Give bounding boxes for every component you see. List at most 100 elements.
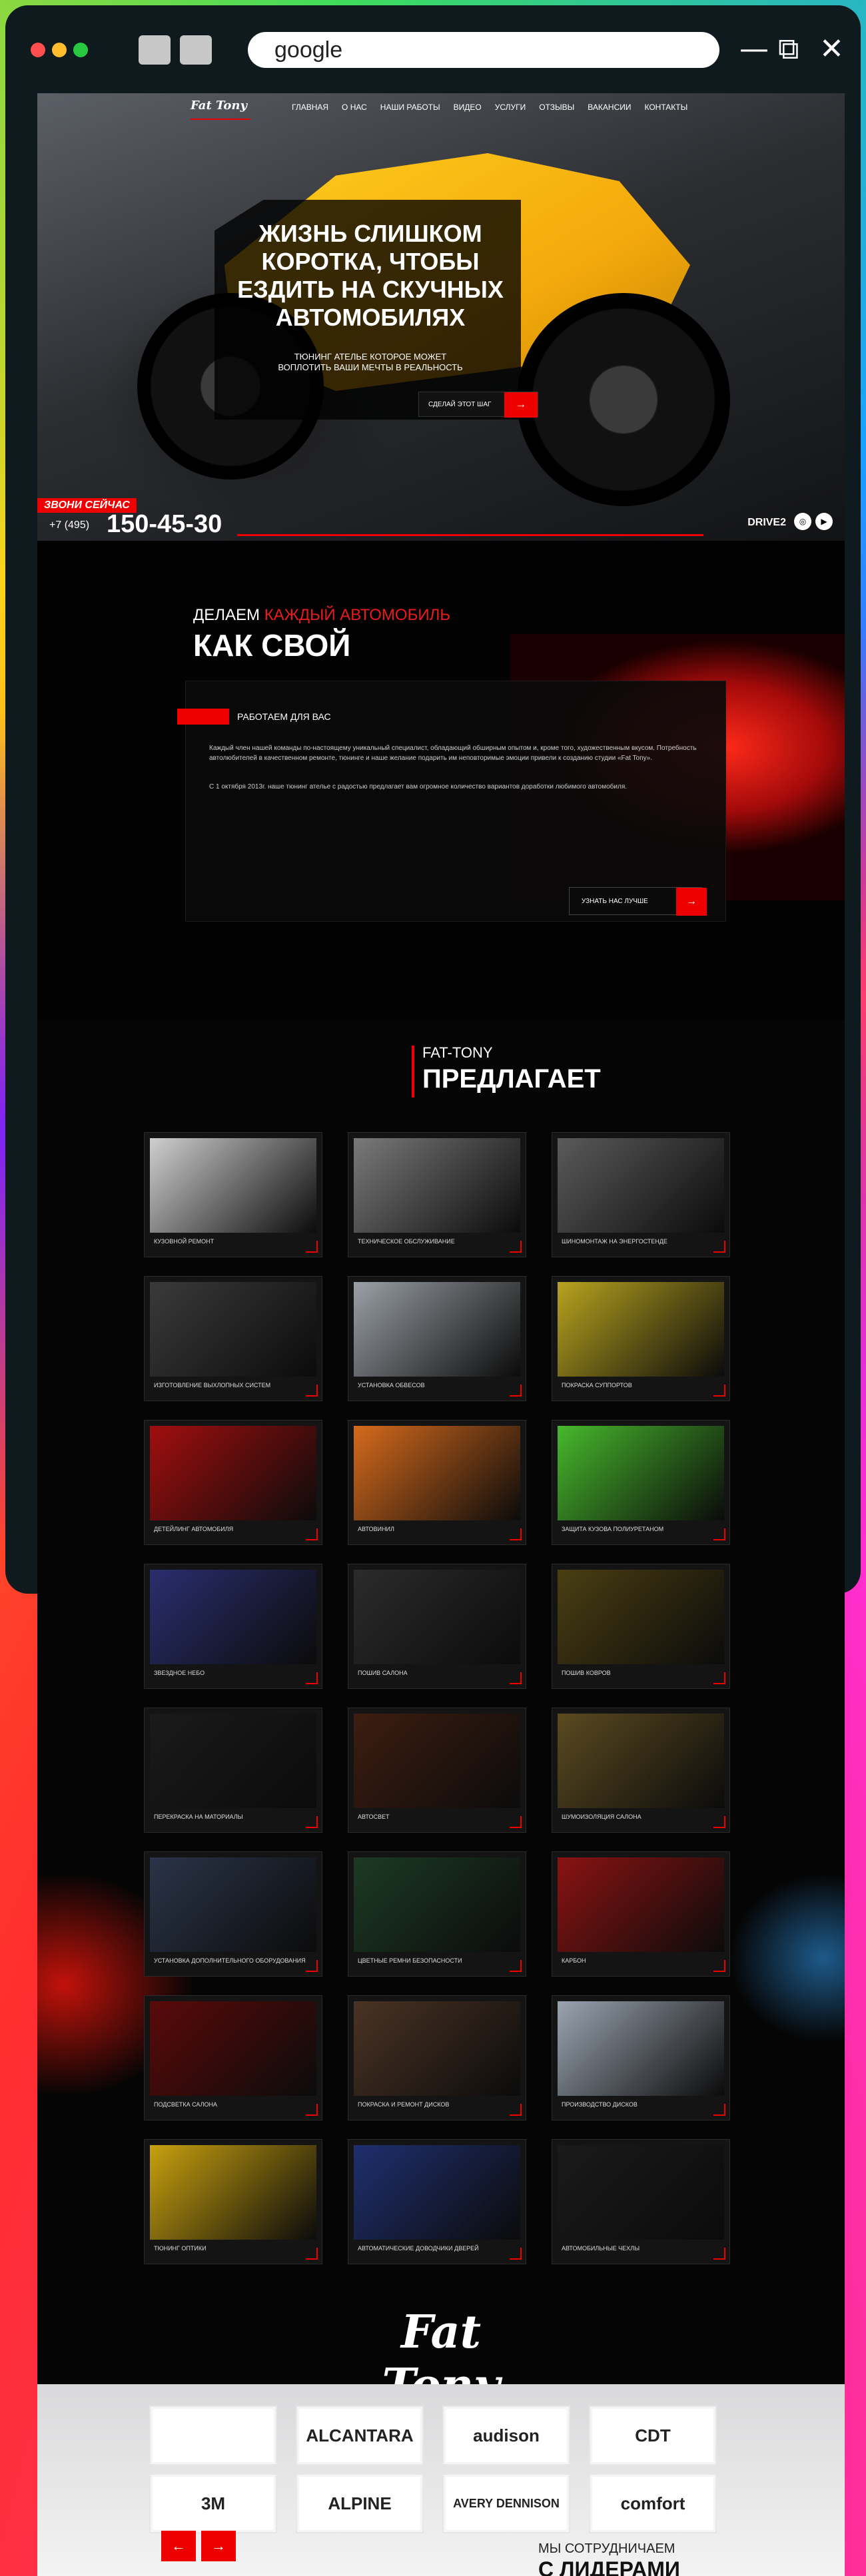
learn-more-label: УЗНАТЬ НАС ЛУЧШЕ bbox=[582, 898, 648, 905]
service-card[interactable]: ПОКРАСКА СУППОРТОВ bbox=[552, 1276, 730, 1401]
service-label: ПОШИВ КОВРОВ bbox=[562, 1670, 611, 1676]
nav-item[interactable]: ВАКАНСИИ bbox=[588, 103, 631, 112]
nav-item[interactable]: ГЛАВНАЯ bbox=[292, 103, 328, 112]
rear-wheel-image bbox=[517, 293, 730, 506]
corner-accent bbox=[306, 1816, 318, 1828]
top-nav: Fat Tony ГЛАВНАЯ О НАС НАШИ РАБОТЫ ВИДЕО УСЛ… bbox=[37, 93, 845, 124]
service-card[interactable]: АВТОСВЕТ bbox=[348, 1708, 526, 1833]
about-subheading: РАБОТАЕМ ДЛЯ ВАС bbox=[237, 711, 331, 722]
url-bar[interactable]: google bbox=[248, 32, 719, 68]
tab-placeholder[interactable] bbox=[139, 35, 171, 65]
maximize-dot-icon[interactable] bbox=[73, 43, 88, 57]
service-card[interactable]: ЗАЩИТА КУЗОВА ПОЛИУРЕТАНОМ bbox=[552, 1420, 730, 1545]
service-label: КУЗОВНОЙ РЕМОНТ bbox=[154, 1238, 215, 1245]
about-tagline: ДЕЛАЕМ КАЖДЫЙ АВТОМОБИЛЬ bbox=[193, 606, 450, 625]
hero-title: ЖИЗНЬ СЛИШКОМ КОРОТКА, ЧТОБЫ ЕЗДИТЬ НА С… bbox=[237, 220, 504, 331]
nav-item[interactable]: КОНТАКТЫ bbox=[644, 103, 687, 112]
accent-bar bbox=[412, 1046, 414, 1098]
service-card[interactable]: ШИНОМОНТАЖ НА ЭНЕРГОСТЕНДЕ bbox=[552, 1132, 730, 1257]
corner-accent bbox=[713, 1960, 725, 1972]
offers-brand: FAT-TONY bbox=[422, 1044, 493, 1061]
partner-logo[interactable]: CDT bbox=[589, 2406, 717, 2465]
drive2-link[interactable]: DRIVE2 bbox=[747, 517, 786, 529]
service-card[interactable]: ШУМОИЗОЛЯЦИЯ САЛОНА bbox=[552, 1708, 730, 1833]
youtube-icon[interactable]: ▶ bbox=[815, 513, 833, 530]
corner-accent bbox=[306, 1241, 318, 1253]
service-label: АВТОСВЕТ bbox=[358, 1813, 390, 1820]
service-card[interactable]: АВТОМАТИЧЕСКИЕ ДОВОДЧИКИ ДВЕРЕЙ bbox=[348, 2139, 526, 2264]
service-image bbox=[558, 2001, 724, 2096]
web-page: Fat Tony ГЛАВНАЯ О НАС НАШИ РАБОТЫ ВИДЕО УСЛ… bbox=[37, 93, 845, 2576]
service-label: ПЕРЕКРАСКА НА МАТОРИАЛЫ bbox=[154, 1813, 243, 1820]
corner-accent bbox=[306, 1960, 318, 1972]
tab-placeholder[interactable] bbox=[180, 35, 212, 65]
service-label: УСТАНОВКА ОБВЕСОВ bbox=[358, 1382, 425, 1389]
service-card[interactable]: ПОШИВ КОВРОВ bbox=[552, 1564, 730, 1689]
about-section: ДЕЛАЕМ КАЖДЫЙ АВТОМОБИЛЬ КАК СВОЙ РАБОТА… bbox=[37, 541, 845, 1020]
corner-accent bbox=[713, 1672, 725, 1684]
instagram-icon[interactable]: ◎ bbox=[794, 513, 811, 530]
partner-logo[interactable]: comfort bbox=[589, 2473, 717, 2533]
service-card[interactable]: ПОШИВ САЛОНА bbox=[348, 1564, 526, 1689]
service-card[interactable]: ТЕХНИЧЕСКОЕ ОБСЛУЖИВАНИЕ bbox=[348, 1132, 526, 1257]
corner-accent bbox=[713, 2104, 725, 2116]
service-image bbox=[354, 2001, 520, 2096]
service-card[interactable]: АВТОМОБИЛЬНЫЕ ЧЕХЛЫ bbox=[552, 2139, 730, 2264]
corner-accent bbox=[713, 1241, 725, 1253]
minimize-icon[interactable]: — bbox=[739, 31, 769, 68]
service-label: АВТОМАТИЧЕСКИЕ ДОВОДЧИКИ ДВЕРЕЙ bbox=[358, 2245, 479, 2252]
logo[interactable]: Fat Tony bbox=[191, 99, 250, 120]
corner-accent bbox=[713, 2248, 725, 2260]
service-card[interactable]: ТЮНИНГ ОПТИКИ bbox=[144, 2139, 322, 2264]
service-image bbox=[150, 1714, 316, 1808]
service-label: ПОДСВЕТКА САЛОНА bbox=[154, 2101, 218, 2108]
service-image bbox=[558, 2145, 724, 2240]
hero-section: Fat Tony ГЛАВНАЯ О НАС НАШИ РАБОТЫ ВИДЕО УСЛ… bbox=[37, 93, 845, 541]
picture-in-picture-icon[interactable]: ⧉ bbox=[778, 31, 799, 68]
service-card[interactable]: ПЕРЕКРАСКА НА МАТОРИАЛЫ bbox=[144, 1708, 322, 1833]
service-card[interactable]: УСТАНОВКА ДОПОЛНИТЕЛЬНОГО ОБОРУДОВАНИЯ bbox=[144, 1851, 322, 1977]
service-card[interactable]: АВТОВИНИЛ bbox=[348, 1420, 526, 1545]
footer-logo[interactable]: Fat Tony bbox=[348, 2306, 534, 2412]
service-card[interactable]: ПОДСВЕТКА САЛОНА bbox=[144, 1995, 322, 2120]
tagline-white: ДЕЛАЕМ bbox=[193, 606, 260, 624]
learn-more-button[interactable]: УЗНАТЬ НАС ЛУЧШЕ → bbox=[569, 887, 707, 916]
close-icon[interactable]: ✕ bbox=[819, 31, 844, 68]
service-card[interactable]: УСТАНОВКА ОБВЕСОВ bbox=[348, 1276, 526, 1401]
service-label: ЗАЩИТА КУЗОВА ПОЛИУРЕТАНОМ bbox=[562, 1526, 664, 1532]
service-label: ДЕТЕЙЛИНГ АВТОМОБИЛЯ bbox=[154, 1526, 234, 1532]
partner-logo[interactable]: 3M bbox=[149, 2473, 277, 2533]
partner-logo[interactable]: audison bbox=[442, 2406, 570, 2465]
nav-item[interactable]: ОТЗЫВЫ bbox=[539, 103, 574, 112]
nav-item[interactable]: ВИДЕО bbox=[454, 103, 482, 112]
service-card[interactable]: КАРБОН bbox=[552, 1851, 730, 1977]
partner-logo[interactable]: AVERY DENNISON bbox=[442, 2473, 570, 2533]
service-card[interactable]: ЦВЕТНЫЕ РЕМНИ БЕЗОПАСНОСТИ bbox=[348, 1851, 526, 1977]
arrow-right-icon: → bbox=[676, 888, 707, 916]
service-image bbox=[150, 2001, 316, 2096]
service-card[interactable]: ДЕТЕЙЛИНГ АВТОМОБИЛЯ bbox=[144, 1420, 322, 1545]
minimize-dot-icon[interactable] bbox=[52, 43, 67, 57]
browser-toolbar: google — ⧉ ✕ bbox=[5, 5, 861, 99]
nav-item[interactable]: НАШИ РАБОТЫ bbox=[380, 103, 440, 112]
service-card[interactable]: ПРОИЗВОДСТВО ДИСКОВ bbox=[552, 1995, 730, 2120]
close-dot-icon[interactable] bbox=[31, 43, 45, 57]
service-card[interactable]: ИЗГОТОВЛЕНИЕ ВЫХЛОПНЫХ СИСТЕМ bbox=[144, 1276, 322, 1401]
partner-logo[interactable] bbox=[149, 2406, 277, 2465]
phone-number[interactable]: 150-45-30 bbox=[107, 510, 222, 539]
nav-item[interactable]: О НАС bbox=[342, 103, 367, 112]
about-heading: КАК СВОЙ bbox=[193, 628, 351, 663]
service-card[interactable]: КУЗОВНОЙ РЕМОНТ bbox=[144, 1132, 322, 1257]
nav-item[interactable]: УСЛУГИ bbox=[495, 103, 526, 112]
cta-button[interactable]: СДЕЛАЙ ЭТОТ ШАГ → bbox=[418, 392, 538, 418]
service-label: ПРОИЗВОДСТВО ДИСКОВ bbox=[562, 2101, 638, 2108]
partner-logo[interactable]: ALCANTARA bbox=[296, 2406, 424, 2465]
service-image bbox=[558, 1426, 724, 1520]
service-card[interactable]: ПОКРАСКА И РЕМОНТ ДИСКОВ bbox=[348, 1995, 526, 2120]
service-card[interactable]: ЗВЕЗДНОЕ НЕБО bbox=[144, 1564, 322, 1689]
next-arrow-icon[interactable]: → bbox=[201, 2531, 236, 2561]
prev-arrow-icon[interactable]: ← bbox=[161, 2531, 196, 2561]
corner-accent bbox=[713, 1385, 725, 1397]
service-label: ШИНОМОНТАЖ НА ЭНЕРГОСТЕНДЕ bbox=[562, 1238, 667, 1245]
partner-logo[interactable]: ALPINE bbox=[296, 2473, 424, 2533]
